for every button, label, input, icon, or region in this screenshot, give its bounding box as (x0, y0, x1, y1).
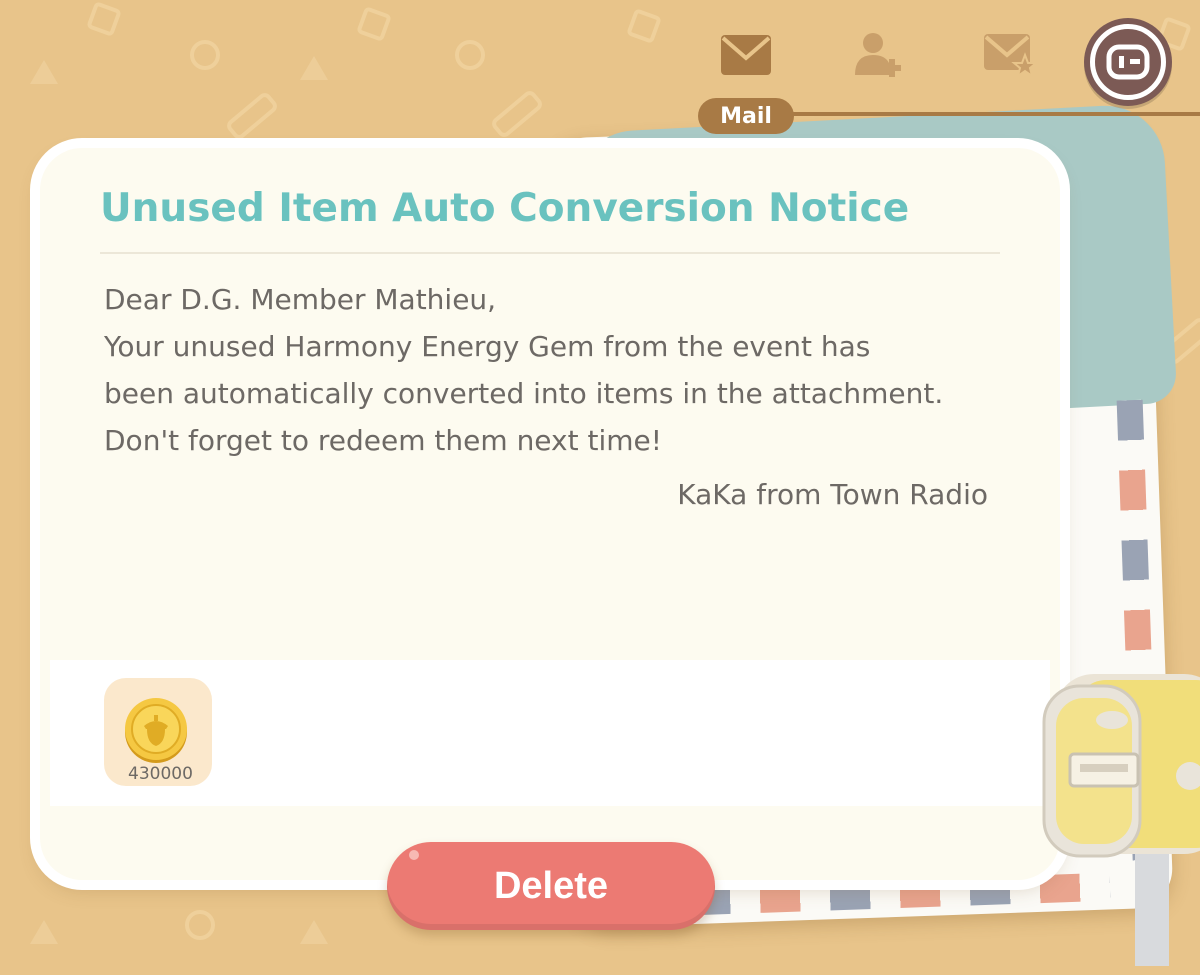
mail-signature: KaKa from Town Radio (677, 478, 988, 511)
title-divider (100, 252, 1000, 254)
mail-body-line: Don't forget to redeem them next time! (104, 424, 662, 457)
mail-panel: Unused Item Auto Conversion Notice Dear … (40, 148, 1060, 880)
nav-underline (760, 112, 1200, 116)
exit-door-icon (1106, 44, 1150, 80)
mail-body-line: Dear D.G. Member Mathieu, (104, 283, 497, 316)
mail-body-line: Your unused Harmony Energy Gem from the … (104, 330, 871, 363)
active-tab-label: Mail (698, 98, 794, 134)
mailbox-decoration (1042, 674, 1200, 966)
delete-button[interactable]: Delete (387, 842, 715, 930)
exit-button[interactable] (1084, 18, 1172, 106)
mail-body-line: been automatically converted into items … (104, 377, 944, 410)
tab-starred-mail[interactable] (982, 30, 1038, 80)
delete-button-label: Delete (493, 864, 609, 907)
attachment-item[interactable]: 430000 (104, 678, 212, 786)
acorn-coin-icon (125, 698, 187, 763)
mail-title: Unused Item Auto Conversion Notice (100, 186, 910, 231)
mail-body: Dear D.G. Member Mathieu, Your unused Ha… (104, 276, 1004, 464)
attachment-strip: 430000 (50, 660, 1050, 806)
mail-icon (721, 35, 771, 75)
tab-mail[interactable] (718, 30, 774, 80)
add-friend-icon (855, 33, 901, 77)
button-highlight (409, 850, 419, 860)
attachment-quantity: 430000 (128, 764, 193, 784)
starred-mail-icon (984, 34, 1037, 77)
tab-add-friend[interactable] (850, 30, 906, 80)
